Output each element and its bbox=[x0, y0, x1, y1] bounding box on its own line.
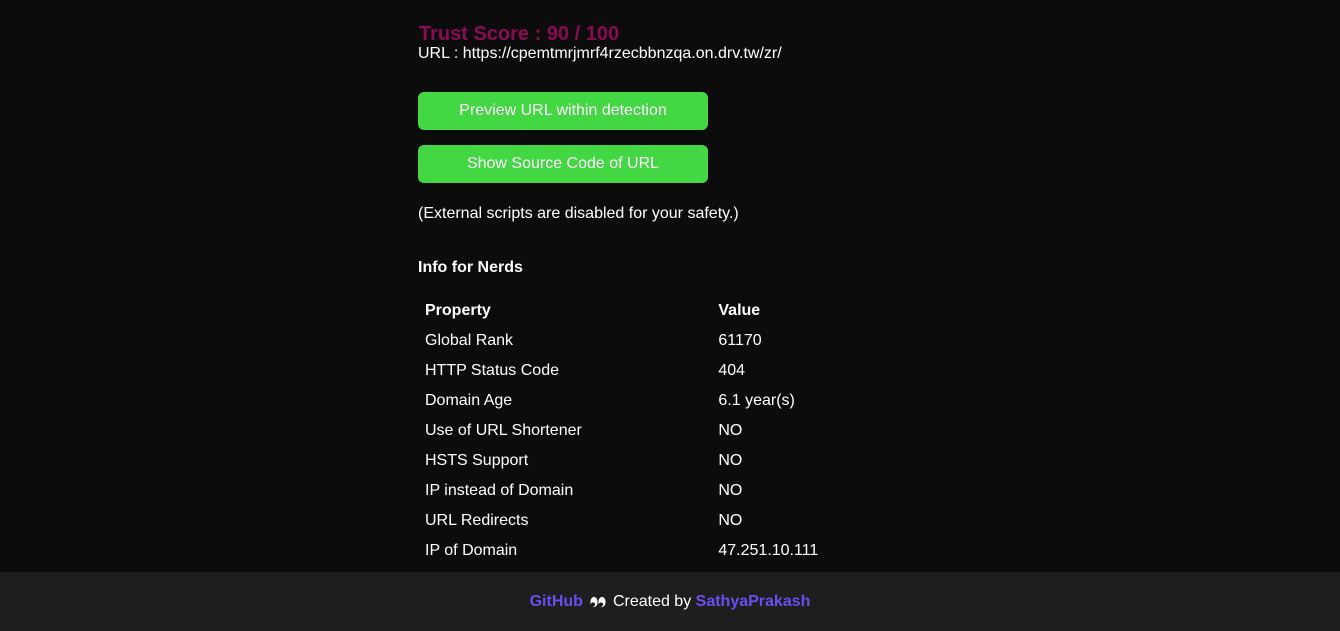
table-header-row: Property Value bbox=[418, 296, 898, 326]
github-link[interactable]: GitHub bbox=[530, 593, 583, 611]
column-header-value: Value bbox=[718, 302, 761, 319]
table-row: IP of Domain 47.251.10.111 bbox=[418, 536, 898, 566]
value-cell: NO bbox=[718, 512, 743, 529]
column-header-property: Property bbox=[425, 302, 491, 319]
table-row: HTTP Status Code 404 bbox=[418, 356, 898, 386]
property-cell: IP of Domain bbox=[425, 542, 518, 559]
show-source-button[interactable]: Show Source Code of URL bbox=[418, 145, 708, 183]
footer: GitHub Created by SathyaPrakash bbox=[0, 572, 1340, 631]
property-cell: HTTP Status Code bbox=[425, 362, 559, 379]
value-cell: NO bbox=[718, 452, 743, 469]
property-cell: Global Rank bbox=[425, 332, 514, 349]
info-heading: Info for Nerds bbox=[418, 259, 523, 276]
value-cell: 404 bbox=[718, 362, 746, 379]
property-cell: IP instead of Domain bbox=[425, 482, 574, 499]
trust-score: Trust Score : 90 / 100 bbox=[419, 23, 620, 45]
table-row: Use of URL Shortener NO bbox=[418, 416, 898, 446]
property-cell: HSTS Support bbox=[425, 452, 529, 469]
table-row: HSTS Support NO bbox=[418, 446, 898, 476]
value-cell: NO bbox=[718, 482, 743, 499]
value-cell: 61170 bbox=[718, 332, 762, 349]
value-cell: 6.1 year(s) bbox=[718, 392, 795, 409]
safety-note: (External scripts are disabled for your … bbox=[418, 205, 739, 222]
url-line: URL : https://cpemtmrjmrf4rzecbbnzqa.on.… bbox=[418, 45, 782, 62]
author-link[interactable]: SathyaPrakash bbox=[696, 593, 811, 611]
table-row: URL Redirects NO bbox=[418, 506, 898, 536]
value-cell: NO bbox=[718, 422, 743, 439]
property-cell: Use of URL Shortener bbox=[425, 422, 582, 439]
table-row: Global Rank 61170 bbox=[418, 326, 898, 356]
table-row: Domain Age 6.1 year(s) bbox=[418, 386, 898, 416]
preview-url-button[interactable]: Preview URL within detection bbox=[418, 92, 708, 130]
created-by-text: Created by bbox=[612, 592, 692, 610]
info-table: Property Value Global Rank 61170 HTTP St… bbox=[418, 296, 898, 566]
property-cell: Domain Age bbox=[425, 392, 513, 409]
table-row: IP instead of Domain NO bbox=[418, 476, 898, 506]
eyes-icon bbox=[589, 595, 607, 609]
value-cell: 47.251.10.111 bbox=[718, 542, 819, 559]
property-cell: URL Redirects bbox=[425, 512, 529, 529]
